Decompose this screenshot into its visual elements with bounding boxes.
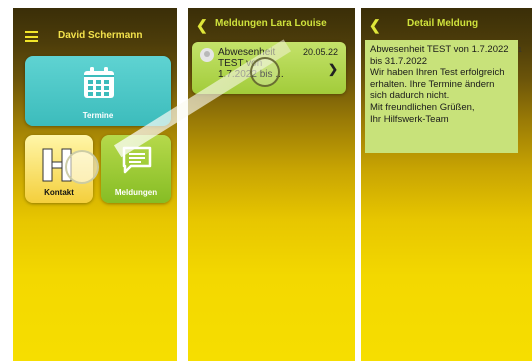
detail-line: Wir haben Ihren Test erfolgreich erhalte… [370, 67, 505, 102]
message-detail-card: Abwesenheit TEST von 1.7.2022 bis 31.7.2… [365, 40, 518, 153]
message-detail-screen: ❮ Detail Meldung Abwesenheit TEST von 1.… [361, 8, 532, 361]
calendar-icon [84, 67, 114, 98]
chat-icon [122, 146, 152, 174]
message-preview: Abwesenheit TEST von 1.7.2022 bis ... [218, 47, 284, 80]
detail-line: Ihr Hilfswerk-Team [370, 113, 449, 125]
home-screen: David Schermann Termine Kontakt Meldunge… [13, 8, 177, 361]
avatar-icon [200, 48, 214, 62]
menu-icon[interactable] [25, 31, 38, 45]
detail-line: Mit freundlichen Grüßen, [370, 101, 475, 113]
back-arrow-icon[interactable]: ❮ [196, 17, 208, 34]
page-title: Meldungen Lara Louise [215, 18, 327, 29]
termine-tile[interactable]: Termine [25, 56, 171, 126]
chevron-right-icon: ❯ [327, 62, 338, 76]
page-title: Detail Meldung [407, 18, 479, 29]
detail-line: Abwesenheit TEST von 1.7.2022 bis 31.7.2… [370, 44, 509, 67]
messages-list-screen: ❮ Meldungen Lara Louise Abwesenheit TEST… [188, 8, 355, 361]
overflow-marker: 1 [518, 47, 522, 54]
meldungen-label: Meldungen [114, 188, 158, 197]
message-date: 20.05.22 [302, 47, 338, 57]
hilfswerk-logo-icon [42, 148, 72, 182]
back-arrow-icon[interactable]: ❮ [369, 17, 381, 34]
kontakt-tile[interactable]: Kontakt [25, 135, 93, 203]
user-name: David Schermann [58, 30, 143, 41]
termine-label: Termine [82, 111, 114, 120]
meldungen-tile[interactable]: Meldungen [101, 135, 171, 203]
kontakt-label: Kontakt [44, 188, 74, 197]
message-list-item[interactable]: Abwesenheit TEST von 1.7.2022 bis ... 20… [192, 42, 346, 94]
